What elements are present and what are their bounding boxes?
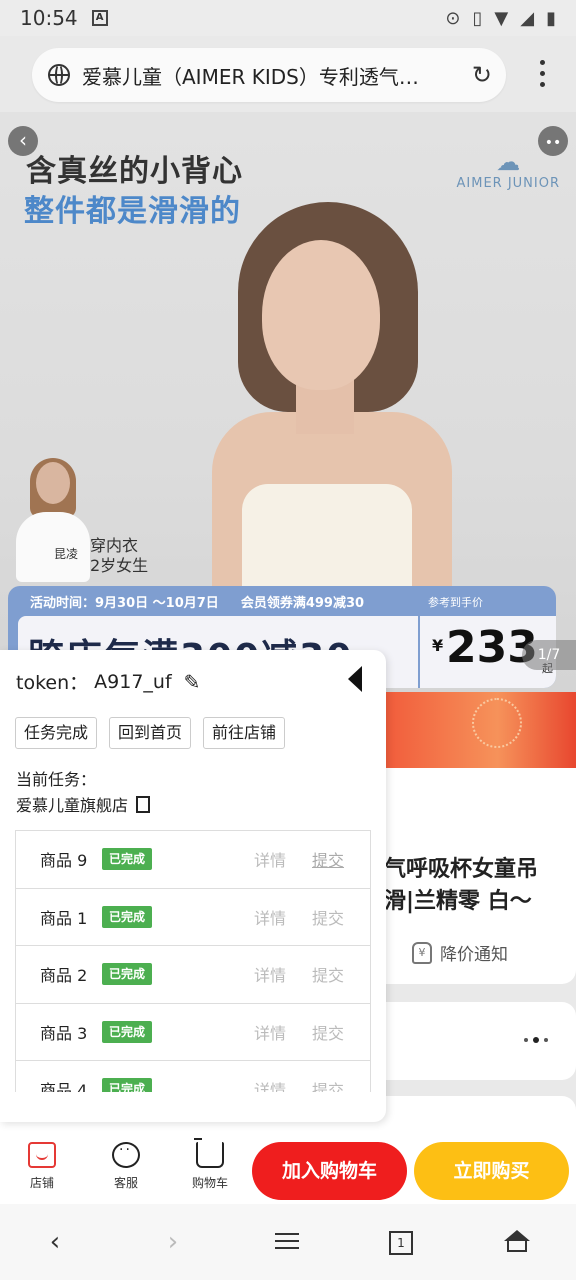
home-button[interactable] (502, 1228, 532, 1258)
promo-time: 活动时间：9月30日 ～10月7日 (30, 595, 219, 611)
cart-icon (194, 1138, 224, 1168)
task-item-list[interactable]: 商品 9 已完成 详情 提交 商品 1 已完成 详情 提交 商品 2 已完成 详… (15, 830, 371, 1092)
status-bar: 10:54 A ⊙ ▯ ▼ ◢ ▮ (0, 0, 576, 36)
collapse-panel-icon[interactable] (348, 666, 362, 692)
globe-icon (48, 64, 70, 86)
submit-link[interactable]: 提交 (312, 905, 344, 929)
status-badge: 已完成 (102, 905, 153, 928)
list-item: 商品 9 已完成 详情 提交 (16, 831, 370, 889)
a-notification-icon: A (91, 10, 108, 26)
status-badge: 已完成 (102, 963, 153, 986)
back-arrow-icon[interactable]: ‹ (40, 1228, 70, 1258)
cart-button[interactable]: 购物车 (180, 1138, 240, 1191)
page-title-url[interactable]: 爱慕儿童（AIMER KIDS）专利透气… (82, 61, 462, 90)
more-icon[interactable]: •• (538, 126, 568, 156)
celebrity-caption: 昆凌 穿内衣 2岁女生 (54, 536, 149, 575)
reload-icon[interactable]: ↻ (472, 61, 492, 89)
current-task-label: 当前任务： (16, 770, 97, 789)
add-to-cart-button[interactable]: 加入购物车 (252, 1142, 407, 1200)
detail-link[interactable]: 详情 (254, 1020, 286, 1044)
home-icon (504, 1230, 530, 1252)
detail-link[interactable]: 详情 (254, 847, 286, 871)
battery-icon: ▮ (546, 7, 556, 29)
option-card[interactable] (360, 1002, 576, 1080)
price-tag-icon: ¥ (412, 941, 432, 964)
token-value: A917_uf (94, 670, 172, 693)
current-task-store: 爱慕儿童旗舰店 (16, 792, 151, 818)
chat-icon (112, 1142, 140, 1168)
carousel-dots (524, 1037, 548, 1043)
list-item: 商品 1 已完成 详情 提交 (16, 889, 370, 946)
back-home-button[interactable]: 回到首页 (109, 717, 192, 749)
promo-strip (380, 692, 576, 768)
tabs-icon: 1 (389, 1231, 413, 1255)
menu-icon[interactable] (272, 1228, 302, 1258)
list-item: 商品 3 已完成 详情 提交 (16, 1004, 370, 1061)
vibrate-icon: ▯ (472, 7, 483, 29)
submit-link[interactable]: 提交 (312, 1077, 344, 1092)
buy-now-button[interactable]: 立即购买 (414, 1142, 569, 1200)
overflow-menu-icon[interactable] (538, 60, 546, 87)
image-pager: 1/7 (522, 640, 576, 670)
task-complete-button[interactable]: 任务完成 (15, 717, 98, 749)
purchase-action-bar: 店铺 客服 购物车 加入购物车 立即购买 (0, 1136, 576, 1204)
signal-icon: ◢ (520, 7, 535, 29)
status-icons: ⊙ ▯ ▼ ◢ ▮ (445, 8, 556, 29)
location-icon: ⊙ (445, 7, 461, 29)
submit-link[interactable]: 提交 (312, 847, 344, 871)
list-item: 商品 4 已完成 详情 提交 (16, 1061, 370, 1092)
back-icon[interactable]: ‹ (8, 126, 38, 156)
product-title: 气呼吸杯女童吊 滑|兰精零 白～ (384, 857, 539, 914)
forward-arrow-icon[interactable]: › (158, 1228, 188, 1258)
product-hero-image[interactable]: 含真丝的小背心 整件都是滑滑的 ☁ AIMER JUNIOR ‹ •• 昆凌 穿… (0, 112, 576, 692)
go-to-store-button[interactable]: 前往店铺 (203, 717, 286, 749)
status-time: 10:54 (20, 6, 78, 30)
hero-headline: 含真丝的小背心 (26, 154, 243, 189)
shop-button[interactable]: 店铺 (12, 1142, 72, 1191)
edit-pencil-icon[interactable]: ✎ (184, 670, 201, 694)
tabs-button[interactable]: 1 (386, 1228, 416, 1258)
address-bar[interactable]: 爱慕儿童（AIMER KIDS）专利透气… ↻ (32, 48, 506, 102)
price-notify-button[interactable]: ¥ 降价通知 (412, 940, 508, 965)
hero-subheadline: 整件都是滑滑的 (24, 194, 241, 229)
status-badge: 已完成 (102, 1020, 153, 1043)
list-item: 商品 2 已完成 详情 提交 (16, 946, 370, 1004)
brand-logo: ☁ AIMER JUNIOR (456, 148, 560, 191)
panel-buttons: 任务完成 回到首页 前往店铺 (15, 717, 286, 749)
promo-coupon: 会员领券满499减30 (240, 595, 365, 611)
detail-link[interactable]: 详情 (254, 962, 286, 986)
status-badge: 已完成 (102, 848, 153, 871)
status-badge: 已完成 (102, 1078, 153, 1092)
browser-nav-bar: ‹ › 1 (0, 1204, 576, 1280)
product-info-card: 气呼吸杯女童吊 滑|兰精零 白～ ¥ 降价通知 (360, 768, 576, 984)
detail-link[interactable]: 详情 (254, 905, 286, 929)
customer-service-button[interactable]: 客服 (96, 1142, 156, 1191)
browser-toolbar: 爱慕儿童（AIMER KIDS）专利透气… ↻ (0, 44, 576, 106)
submit-link[interactable]: 提交 (312, 1020, 344, 1044)
token-row: token： A917_uf ✎ (16, 669, 201, 695)
submit-link[interactable]: 提交 (312, 962, 344, 986)
detail-link[interactable]: 详情 (254, 1077, 286, 1092)
copy-icon[interactable] (132, 795, 151, 818)
promo-ref-label: 参考到手价 (428, 596, 483, 609)
shop-icon (28, 1142, 56, 1168)
wifi-icon: ▼ (494, 7, 509, 29)
task-panel: token： A917_uf ✎ 任务完成 回到首页 前往店铺 当前任务： 爱慕… (0, 650, 386, 1122)
